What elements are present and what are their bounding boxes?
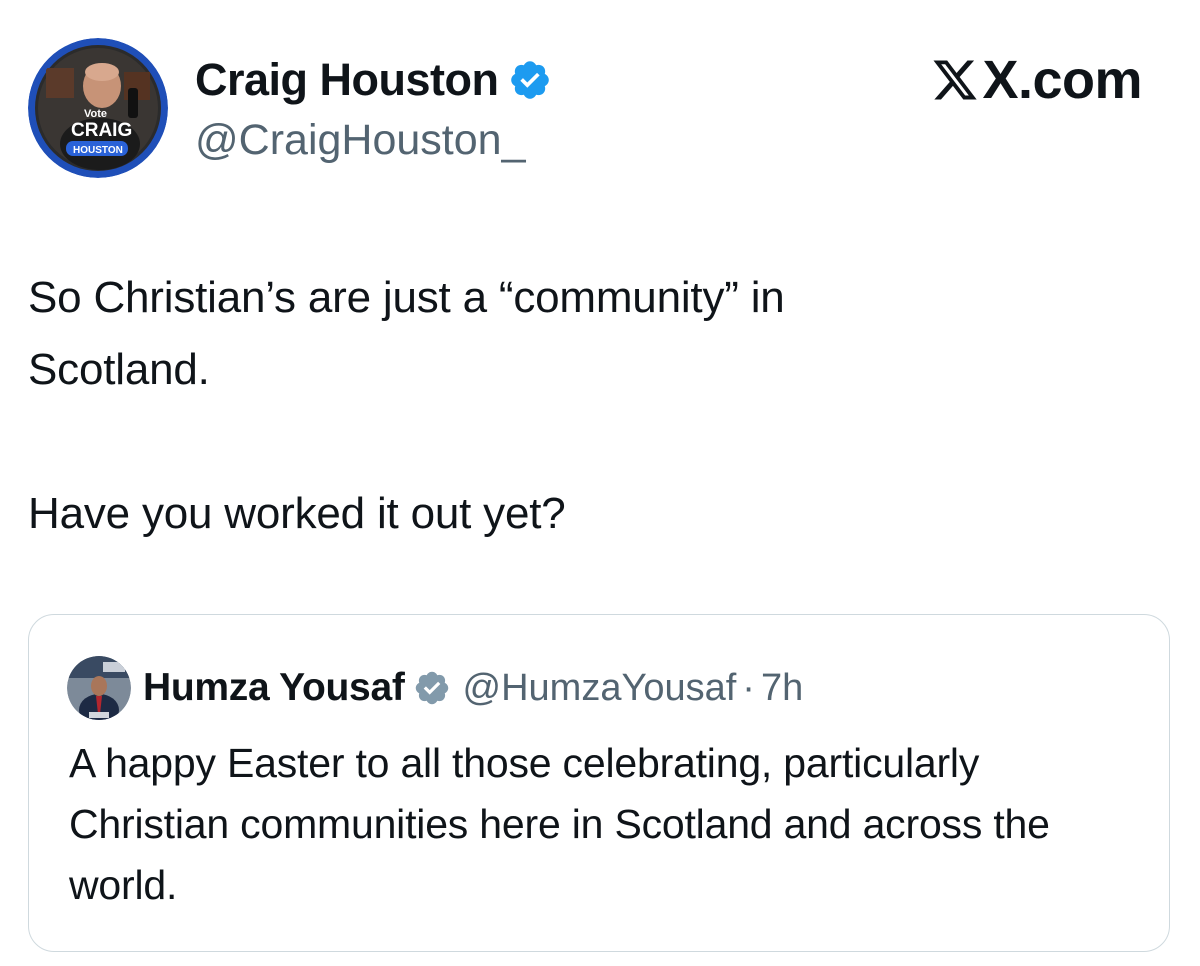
brand-text: X.com (982, 50, 1142, 110)
verified-badge-icon[interactable] (508, 58, 552, 102)
quoted-author-handle[interactable]: @HumzaYousaf (463, 667, 737, 710)
tweet-header: Vote CRAIG HOUSTON Craig Houston @CraigH… (28, 38, 1172, 180)
quoted-tweet-header: Humza Yousaf @HumzaYousaf · 7h (67, 653, 803, 723)
verified-badge-icon[interactable] (413, 669, 451, 707)
author-handle[interactable]: @CraigHouston_ (195, 112, 552, 168)
quoted-author-avatar[interactable] (67, 656, 131, 720)
meta-separator: · (742, 666, 755, 709)
quoted-tweet[interactable]: Humza Yousaf @HumzaYousaf · 7h A happy E… (28, 614, 1170, 952)
author-info: Craig Houston @CraigHouston_ (195, 52, 552, 168)
quoted-author-display-name[interactable]: Humza Yousaf (143, 666, 405, 710)
brand-watermark: X.com (930, 50, 1142, 110)
quoted-tweet-text: A happy Easter to all those celebrating,… (69, 740, 1050, 908)
author-display-name[interactable]: Craig Houston (195, 52, 499, 108)
avatar-craig-text: CRAIG (71, 120, 132, 141)
quoted-tweet-timestamp[interactable]: 7h (761, 667, 803, 710)
tweet-text: So Christian’s are just a “community” in… (28, 273, 785, 538)
avatar-vote-text: Vote (84, 108, 107, 120)
author-name-row: Craig Houston (195, 52, 552, 108)
avatar-houston-text: HOUSTON (73, 145, 123, 156)
author-avatar[interactable]: Vote CRAIG HOUSTON (28, 38, 168, 178)
x-logo-icon (933, 60, 978, 100)
